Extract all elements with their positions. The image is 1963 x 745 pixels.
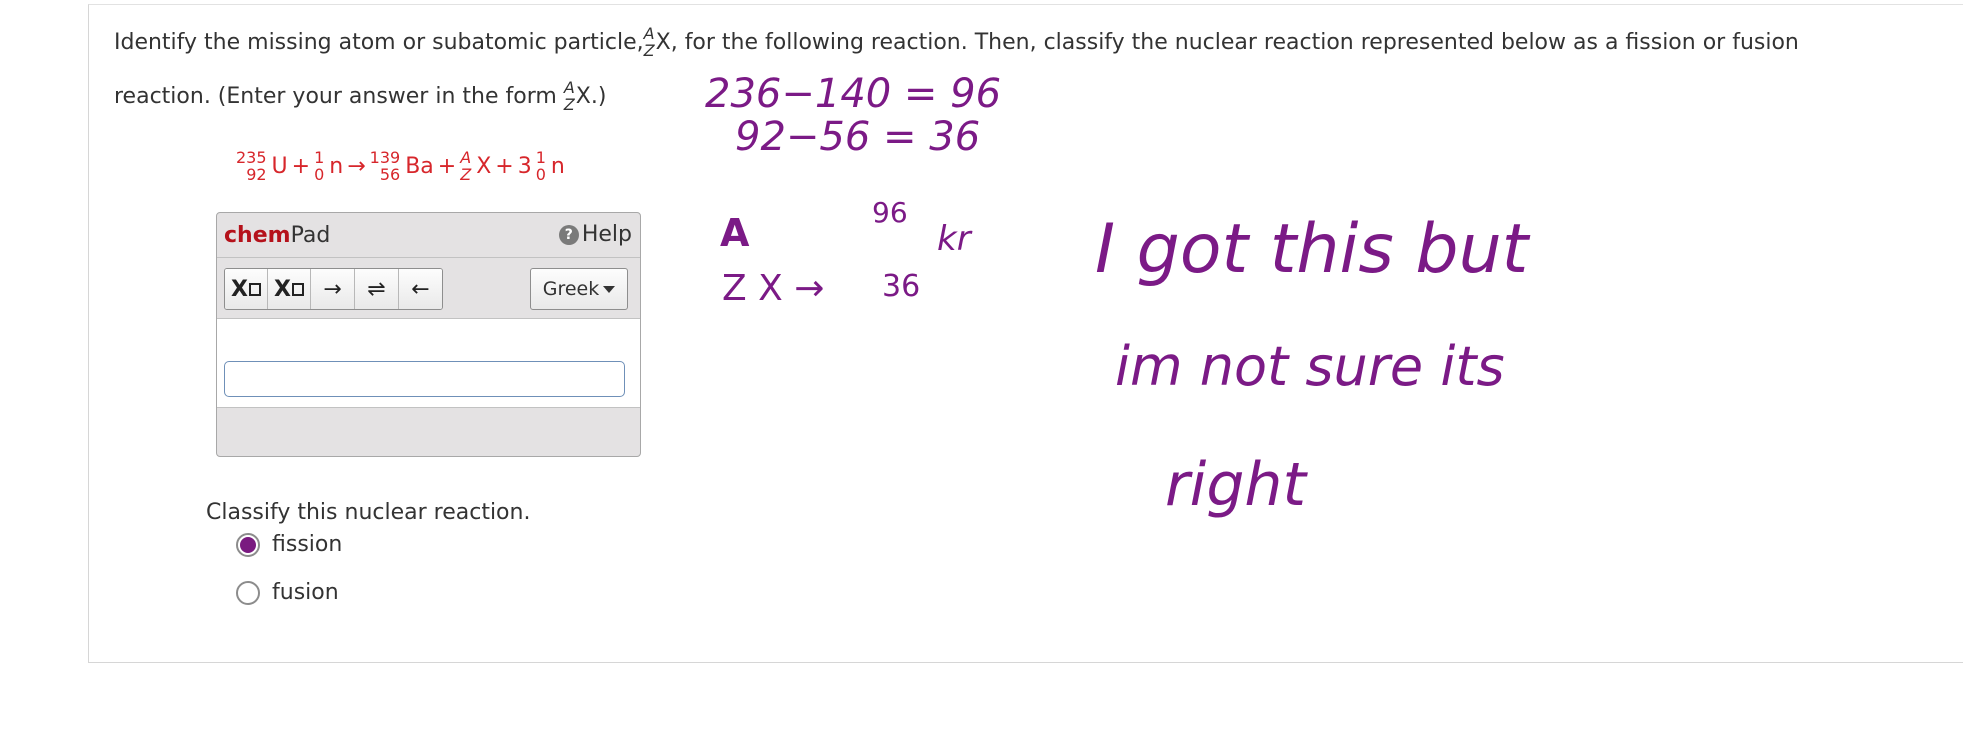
question-symbol-1: AZ <box>643 25 655 60</box>
nuclear-equation: 235 92 U + 10n → 139 56 Ba + AZX + 3 10n <box>236 149 565 184</box>
superscript-button[interactable]: X <box>268 269 311 309</box>
plus-sign: + <box>437 154 457 180</box>
barium-symbol: Ba <box>405 154 434 180</box>
toolbar-button-group: X X → ⇌ ← <box>224 268 443 310</box>
subscript-x: X <box>231 276 248 302</box>
answer-input[interactable] <box>224 361 625 397</box>
plus-sign: + <box>495 154 514 180</box>
superscript-box-icon <box>291 282 304 296</box>
help-button[interactable]: ? Help <box>558 222 632 247</box>
unknown-nums: AZ <box>460 149 472 184</box>
question-text-1a: Identify the missing atom or subatomic p… <box>114 29 644 55</box>
option-fission[interactable]: fission <box>236 532 342 557</box>
arrow-right-button[interactable]: → <box>311 269 355 309</box>
subscript-box-icon <box>248 282 261 296</box>
subscript-button[interactable]: X <box>225 269 268 309</box>
chempad-brand: chemPad <box>224 223 330 248</box>
help-label: Help <box>581 222 632 247</box>
reaction-arrow: → <box>347 154 366 180</box>
atomic-number: Z <box>460 164 472 184</box>
atomic-number: 92 <box>246 164 267 184</box>
question-text-2b: .) <box>590 83 607 109</box>
symbol-atomic: Z <box>563 94 575 114</box>
fission-radio[interactable] <box>236 532 260 557</box>
symbol-element: X <box>655 29 671 55</box>
neutron-symbol: n <box>329 154 344 180</box>
question-symbol-2: AZ <box>563 79 575 114</box>
atomic-number: 56 <box>379 164 401 184</box>
symbol-element: X <box>575 83 591 109</box>
question-line-2: reaction. (Enter your answer in the form… <box>114 79 607 114</box>
atomic-number: 0 <box>314 164 325 184</box>
greek-label: Greek <box>542 278 600 300</box>
equilibrium-arrow-button[interactable]: ⇌ <box>355 269 399 309</box>
help-icon: ? <box>558 224 579 245</box>
chempad-header: chemPad ? Help <box>217 213 640 258</box>
chempad-brand-rest: Pad <box>290 223 331 248</box>
uranium-symbol: U <box>271 154 288 180</box>
plus-sign: + <box>291 154 311 180</box>
chempad-widget: chemPad ? Help X X → ⇌ ← Greek <box>216 212 641 457</box>
symbol-atomic: Z <box>643 40 655 60</box>
uranium-nums: 235 92 <box>236 149 267 184</box>
barium-nums: 139 56 <box>370 149 401 184</box>
chempad-brand-bold: chem <box>224 223 291 248</box>
neutron-symbol: n <box>550 154 565 180</box>
fusion-radio[interactable] <box>236 580 260 605</box>
option-fusion[interactable]: fusion <box>236 580 339 605</box>
neutron-coefficient: 3 <box>517 154 532 180</box>
neutron-nums: 10 <box>314 149 325 184</box>
question-line-1: Identify the missing atom or subatomic p… <box>114 25 1799 60</box>
question-text-1b: , for the following reaction. Then, clas… <box>670 29 1799 55</box>
question-text-2a: reaction. (Enter your answer in the form <box>114 83 557 109</box>
fission-label: fission <box>272 532 343 557</box>
atomic-number: 0 <box>535 164 546 184</box>
chevron-down-icon <box>603 285 616 293</box>
classify-prompt: Classify this nuclear reaction. <box>206 500 531 525</box>
chempad-toolbar: X X → ⇌ ← Greek <box>217 258 640 319</box>
unknown-symbol: X <box>476 154 492 180</box>
chempad-body <box>217 319 640 408</box>
greek-dropdown[interactable]: Greek <box>530 268 628 310</box>
neutron-nums-2: 10 <box>535 149 546 184</box>
fusion-label: fusion <box>272 580 339 605</box>
superscript-x: X <box>274 276 291 302</box>
arrow-left-button[interactable]: ← <box>399 269 442 309</box>
